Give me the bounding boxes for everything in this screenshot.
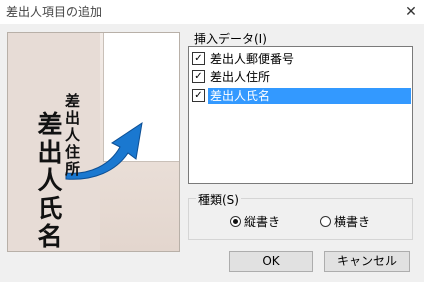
list-item-address[interactable]: ✓ 差出人住所 (192, 69, 411, 85)
preview-sender-name: 差出人氏名 (34, 111, 63, 251)
type-group-label: 種類(S) (196, 191, 241, 208)
list-item-label: 差出人郵便番号 (210, 52, 295, 66)
title-bar: 差出人項目の追加 ✕ (0, 0, 424, 24)
insert-data-label: 挿入データ(I) (194, 32, 267, 46)
checkbox-name[interactable]: ✓ (192, 89, 205, 102)
list-item-name[interactable]: ✓ 差出人氏名 (192, 88, 411, 104)
radio-selected-icon[interactable] (230, 216, 241, 227)
close-icon[interactable]: ✕ (398, 0, 424, 24)
insert-data-list[interactable]: ✓ 差出人郵便番号 ✓ 差出人住所 ✓ 差出人氏名 (188, 46, 413, 184)
checkbox-address[interactable]: ✓ (192, 70, 205, 83)
list-item-label: 差出人住所 (210, 70, 271, 84)
radio-label: 縦書き (244, 215, 281, 229)
layout-preview: 差出人住所 差出人氏名 (7, 32, 180, 252)
radio-unselected-icon[interactable] (320, 216, 331, 227)
cancel-button[interactable]: キャンセル (324, 251, 410, 272)
checkbox-postal-code[interactable]: ✓ (192, 52, 205, 65)
list-item-postal-code[interactable]: ✓ 差出人郵便番号 (192, 51, 411, 67)
window-title: 差出人項目の追加 (6, 5, 103, 19)
ok-button[interactable]: OK (229, 251, 313, 272)
radio-label: 横書き (334, 215, 371, 229)
list-item-label: 差出人氏名 (208, 88, 411, 104)
